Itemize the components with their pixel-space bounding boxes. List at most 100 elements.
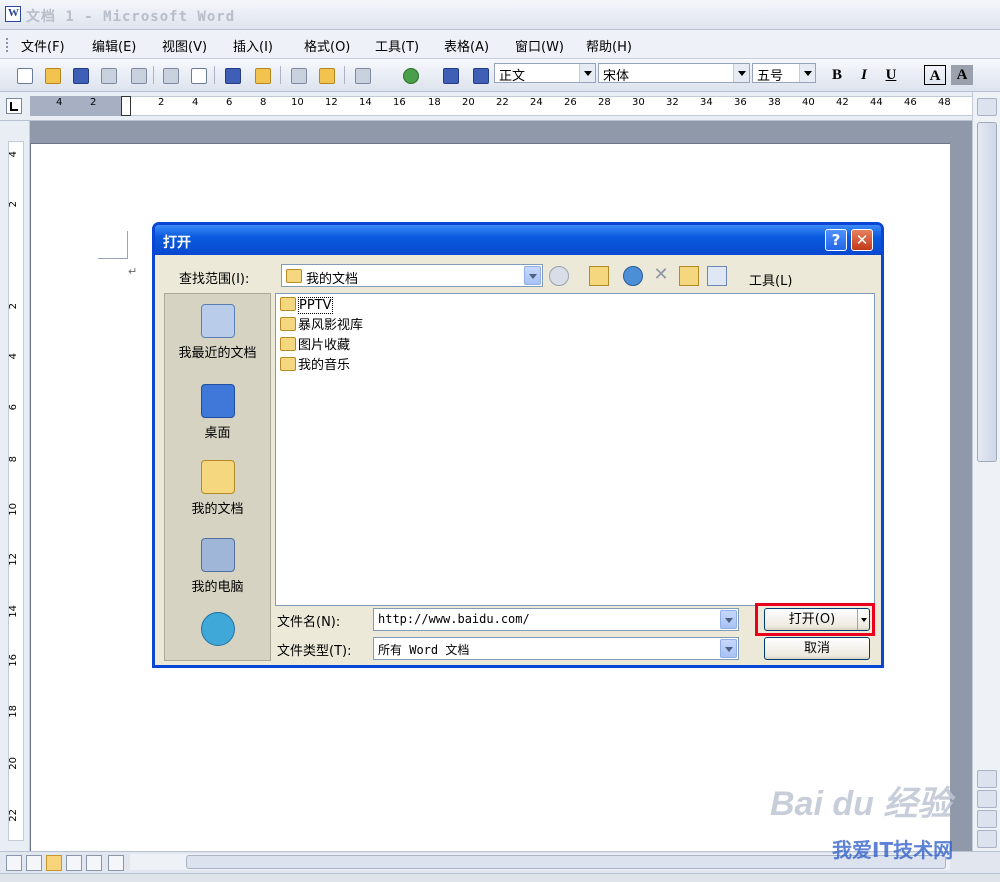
menubar-grip[interactable] — [6, 38, 8, 52]
menu-insert[interactable]: 插入(I) — [233, 36, 273, 55]
my-documents-icon — [286, 269, 302, 283]
vruler-tick: 2 — [8, 303, 19, 310]
style-combo[interactable]: 正文 — [494, 63, 596, 84]
paste-icon[interactable] — [316, 65, 336, 85]
menu-format[interactable]: 格式(O) — [304, 36, 350, 55]
vertical-ruler[interactable]: 4 2 2 4 6 8 10 12 14 16 18 20 22 — [0, 121, 30, 851]
chevron-down-icon[interactable] — [579, 64, 595, 82]
char-shading-button[interactable]: A — [951, 65, 973, 85]
vertical-scrollbar[interactable] — [972, 92, 1000, 852]
spelling-icon[interactable] — [222, 65, 242, 85]
menu-bar: 文件(F) 编辑(E) 视图(V) 插入(I) 格式(O) 工具(T) 表格(A… — [0, 30, 1000, 59]
toolbar-options-icon[interactable] — [440, 65, 459, 85]
paragraph-mark: ↵ — [128, 265, 138, 278]
place-my-documents[interactable]: 我的文档 — [165, 460, 270, 517]
vruler-tick: 2 — [8, 201, 19, 208]
font-size-value: 五号 — [757, 69, 784, 84]
word-app-icon[interactable] — [5, 6, 21, 22]
delete-icon[interactable]: ✕ — [651, 266, 671, 286]
list-item[interactable]: 暴风影视库 — [280, 316, 363, 336]
normal-view-icon[interactable] — [6, 855, 22, 871]
back-icon[interactable] — [549, 266, 569, 286]
recent-documents-icon — [200, 304, 235, 338]
dialog-title-bar[interactable]: 打开 ? ✕ — [155, 225, 881, 255]
chevron-down-icon[interactable] — [733, 64, 749, 82]
hyperlink-icon[interactable] — [400, 65, 420, 85]
list-item[interactable]: PPTV — [280, 296, 333, 316]
horizontal-ruler[interactable]: 4 2 2 4 6 8 10 12 14 16 18 20 22 24 26 2… — [0, 92, 1000, 121]
cancel-button[interactable]: 取消 — [764, 637, 870, 660]
place-desktop[interactable]: 桌面 — [165, 384, 270, 441]
close-icon[interactable]: ✕ — [851, 229, 873, 251]
copy-icon[interactable] — [288, 65, 308, 85]
filename-value: http://www.baidu.com/ — [378, 612, 530, 626]
scroll-thumb[interactable] — [977, 122, 997, 462]
filetype-combo[interactable]: 所有 Word 文档 — [373, 637, 739, 660]
new-document-icon[interactable] — [14, 65, 34, 85]
desktop-icon — [200, 384, 235, 418]
indent-marker-icon[interactable] — [121, 96, 131, 116]
italic-button[interactable]: I — [853, 65, 875, 85]
bold-button[interactable]: B — [826, 65, 848, 85]
file-list[interactable]: PPTV 暴风影视库 图片收藏 我的音乐 — [275, 293, 875, 606]
tools-menu[interactable]: 工具(L) — [749, 270, 792, 289]
char-border-button[interactable]: A — [924, 65, 946, 85]
toolbar-separator — [280, 66, 281, 84]
place-my-computer[interactable]: 我的电脑 — [165, 538, 270, 595]
place-network[interactable] — [165, 612, 270, 650]
research-icon[interactable] — [252, 65, 272, 85]
menu-edit[interactable]: 编辑(E) — [92, 36, 136, 55]
menu-tools[interactable]: 工具(T) — [375, 36, 419, 55]
place-recent[interactable]: 我最近的文档 — [165, 304, 270, 361]
music-folder-icon — [280, 357, 296, 371]
web-layout-icon[interactable] — [26, 855, 42, 871]
chevron-down-icon[interactable] — [799, 64, 815, 82]
vruler-tick: 16 — [8, 654, 19, 667]
scroll-left-icon[interactable] — [108, 855, 124, 871]
underline-button[interactable]: U — [880, 65, 902, 85]
menu-table[interactable]: 表格(A) — [444, 36, 489, 55]
lookin-combo[interactable]: 我的文档 — [281, 264, 543, 287]
new-folder-icon[interactable] — [679, 266, 699, 286]
permission-icon[interactable] — [98, 65, 118, 85]
menu-help[interactable]: 帮助(H) — [586, 36, 632, 55]
email-icon[interactable] — [128, 65, 148, 85]
file-name: 暴风影视库 — [298, 318, 364, 333]
up-one-level-icon[interactable] — [589, 266, 609, 286]
open-folder-icon[interactable] — [42, 65, 62, 85]
chevron-down-icon[interactable] — [720, 610, 737, 629]
list-item[interactable]: 图片收藏 — [280, 336, 350, 356]
menu-file[interactable]: 文件(F) — [21, 36, 65, 55]
font-combo[interactable]: 宋体 — [598, 63, 750, 84]
help-icon[interactable]: ? — [825, 229, 847, 251]
font-size-combo[interactable]: 五号 — [752, 63, 816, 84]
views-icon[interactable] — [707, 266, 727, 286]
filename-input[interactable]: http://www.baidu.com/ — [373, 608, 739, 631]
chevron-down-icon[interactable] — [720, 639, 737, 658]
margin-crop-mark — [98, 231, 128, 259]
style-value: 正文 — [499, 69, 526, 84]
tab-stop-icon[interactable] — [6, 98, 22, 114]
vruler-tick: 14 — [8, 605, 19, 618]
chevron-down-icon[interactable] — [524, 266, 541, 285]
outline-view-icon[interactable] — [66, 855, 82, 871]
menu-view[interactable]: 视图(V) — [162, 36, 207, 55]
list-item[interactable]: 我的音乐 — [280, 356, 350, 376]
print-icon[interactable] — [160, 65, 180, 85]
print-layout-icon[interactable] — [46, 855, 62, 871]
scroll-up-icon[interactable] — [977, 98, 997, 116]
styles-formatting-icon[interactable] — [470, 65, 490, 85]
print-preview-icon[interactable] — [188, 65, 208, 85]
reading-layout-icon[interactable] — [86, 855, 102, 871]
save-icon[interactable] — [70, 65, 90, 85]
menu-window[interactable]: 窗口(W) — [515, 36, 564, 55]
ruler-tick: 2 — [158, 97, 165, 108]
ruler-tick: 40 — [802, 97, 815, 108]
place-my-computer-label: 我的电脑 — [191, 580, 244, 595]
undo-icon[interactable] — [352, 65, 372, 85]
ruler-tick: 4 — [56, 97, 63, 108]
font-value: 宋体 — [603, 69, 630, 84]
ruler-tick: 22 — [496, 97, 509, 108]
window-title: 文档 1 - Microsoft Word — [26, 9, 236, 25]
search-web-icon[interactable] — [623, 266, 643, 286]
